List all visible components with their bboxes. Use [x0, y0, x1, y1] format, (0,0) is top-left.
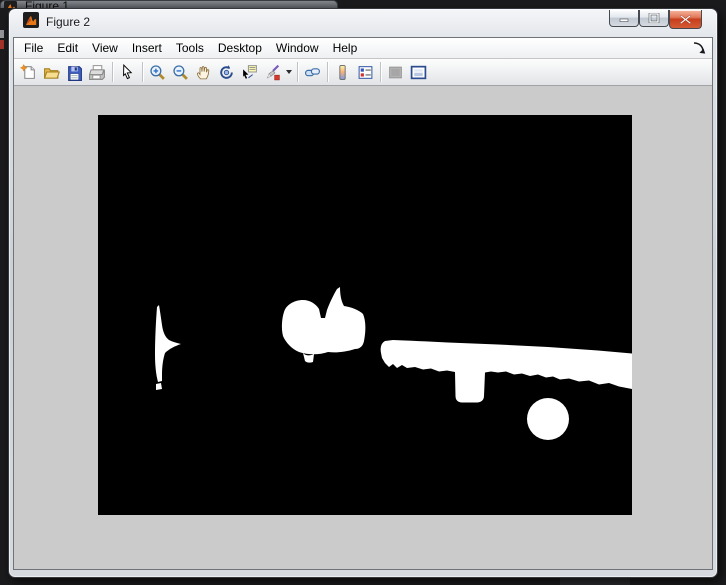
maximize-icon — [648, 13, 660, 23]
desktop-shadow-patch — [560, 578, 630, 585]
arrow-cursor-icon — [119, 64, 136, 81]
minimize-button[interactable] — [609, 10, 639, 27]
center-blob — [282, 287, 365, 363]
toolbar-separator — [327, 62, 328, 82]
matlab-logo-icon — [4, 1, 17, 8]
figure-window: Figure 2 File Edi — [8, 8, 718, 578]
menu-bar: File Edit View Insert Tools Desktop Wind… — [14, 38, 712, 59]
matlab-logo-icon[interactable] — [23, 12, 39, 28]
background-window-titlebar[interactable]: Figure 1 — [0, 0, 338, 8]
desktop: Figure 1 Figure 2 — [0, 0, 726, 585]
save-figure-button[interactable] — [63, 61, 86, 83]
menu-help[interactable]: Help — [326, 39, 365, 57]
zoom-in-icon — [149, 64, 166, 81]
zoom-in-button[interactable] — [146, 61, 169, 83]
show-plot-tools-dock-button[interactable] — [407, 61, 430, 83]
menu-tools[interactable]: Tools — [169, 39, 211, 57]
plot-tools-hide-icon — [387, 64, 404, 81]
ball-blob — [527, 398, 569, 440]
toolbar-separator — [380, 62, 381, 82]
rotate-3d-button[interactable] — [215, 61, 238, 83]
insert-legend-button[interactable] — [354, 61, 377, 83]
print-figure-button[interactable] — [86, 61, 109, 83]
chevron-down-icon — [286, 70, 292, 74]
data-cursor-icon — [241, 64, 258, 81]
close-icon — [680, 15, 691, 24]
menu-edit[interactable]: Edit — [50, 39, 85, 57]
dock-figure-arrow-icon[interactable] — [692, 41, 706, 55]
menu-insert[interactable]: Insert — [125, 39, 169, 57]
save-floppy-icon — [66, 64, 83, 81]
client-area: File Edit View Insert Tools Desktop Wind… — [13, 37, 713, 570]
menu-desktop[interactable]: Desktop — [211, 39, 269, 57]
brush-data-button[interactable] — [261, 61, 284, 83]
menu-file[interactable]: File — [17, 39, 50, 57]
open-file-button[interactable] — [40, 61, 63, 83]
plot-tools-dock-icon — [410, 64, 427, 81]
horizontal-bar-blob — [381, 340, 632, 403]
toolbar-separator — [142, 62, 143, 82]
printer-icon — [89, 64, 106, 81]
zoom-out-icon — [172, 64, 189, 81]
legend-icon — [357, 64, 374, 81]
background-window-icon-fragment — [0, 40, 4, 49]
hide-plot-tools-button[interactable] — [384, 61, 407, 83]
window-title: Figure 2 — [46, 15, 90, 29]
brush-dropdown-caret[interactable] — [284, 61, 294, 83]
chain-link-icon — [304, 64, 321, 81]
menu-view[interactable]: View — [85, 39, 125, 57]
background-window-title: Figure 1 — [25, 0, 69, 8]
menu-window[interactable]: Window — [269, 39, 326, 57]
colorbar-icon — [334, 64, 351, 81]
figure-toolbar — [14, 59, 712, 86]
pan-button[interactable] — [192, 61, 215, 83]
toolbar-separator — [112, 62, 113, 82]
binary-image — [98, 115, 632, 515]
data-cursor-button[interactable] — [238, 61, 261, 83]
insert-colorbar-button[interactable] — [331, 61, 354, 83]
edit-plot-button[interactable] — [116, 61, 139, 83]
new-figure-button[interactable] — [17, 61, 40, 83]
left-sliver-blob — [155, 305, 181, 390]
new-document-icon — [20, 64, 37, 81]
zoom-out-button[interactable] — [169, 61, 192, 83]
binary-image-axes[interactable] — [98, 115, 632, 515]
minimize-icon — [618, 13, 630, 23]
toolbar-separator — [297, 62, 298, 82]
maximize-button[interactable] — [639, 10, 669, 27]
rotate-icon — [218, 64, 235, 81]
titlebar[interactable]: Figure 2 — [9, 9, 717, 37]
hand-icon — [195, 64, 212, 81]
open-folder-icon — [43, 64, 60, 81]
link-plot-button[interactable] — [301, 61, 324, 83]
background-window-edge-fragment — [0, 30, 4, 38]
close-button[interactable] — [669, 10, 702, 29]
brush-icon — [264, 64, 281, 81]
figure-canvas — [14, 86, 712, 569]
